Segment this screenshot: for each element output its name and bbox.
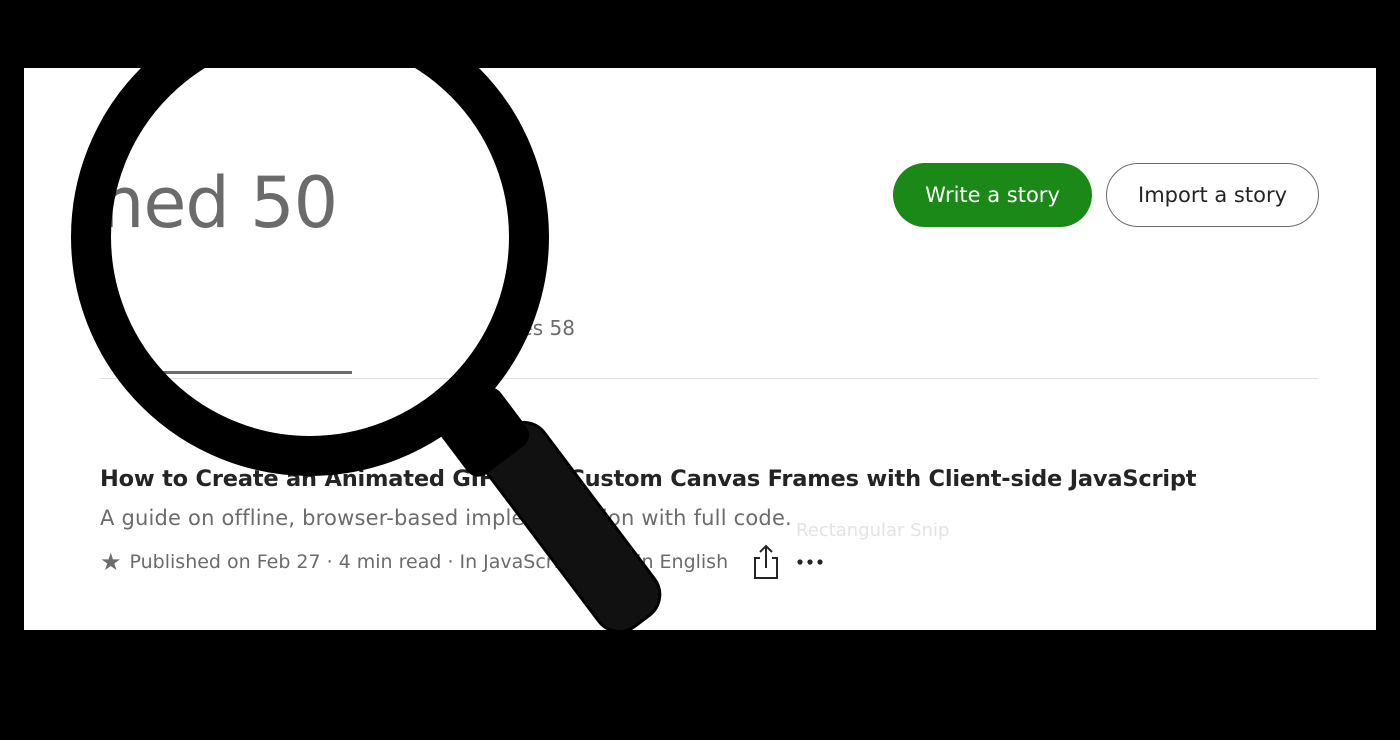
meta-separator: · (447, 551, 454, 573)
stories-tabs: ses 58 (100, 316, 1318, 379)
page-title: hed 50 (100, 162, 338, 244)
story-actions: Write a story Import a story (893, 163, 1319, 227)
tab-responses[interactable]: ses 58 (510, 316, 575, 340)
star-icon: ★ (100, 548, 122, 576)
snip-label: Rectangular Snip (796, 520, 950, 541)
meta-separator: · (326, 551, 333, 573)
story-subtitle: A guide on offline, browser-based implem… (100, 506, 792, 530)
publication-link[interactable]: JavaScript in Plain English (483, 551, 728, 573)
tab-published[interactable] (156, 316, 352, 374)
screenshot-stage: hed 50 Write a story Import a story ses … (0, 0, 1400, 740)
read-time: 4 min read (338, 551, 442, 573)
story-meta: ★ Published on Feb 27 · 4 min read · In … (100, 544, 1320, 580)
story-title[interactable]: How to Create an Animated GIF from Custo… (100, 466, 1320, 492)
in-label: In (459, 551, 478, 573)
import-story-button[interactable]: Import a story (1106, 163, 1319, 227)
write-story-button[interactable]: Write a story (893, 163, 1092, 227)
published-date: Published on Feb 27 (129, 551, 321, 573)
more-icon[interactable] (796, 557, 824, 567)
share-icon[interactable] (750, 544, 782, 580)
story-item: How to Create an Animated GIF from Custo… (100, 466, 1320, 580)
